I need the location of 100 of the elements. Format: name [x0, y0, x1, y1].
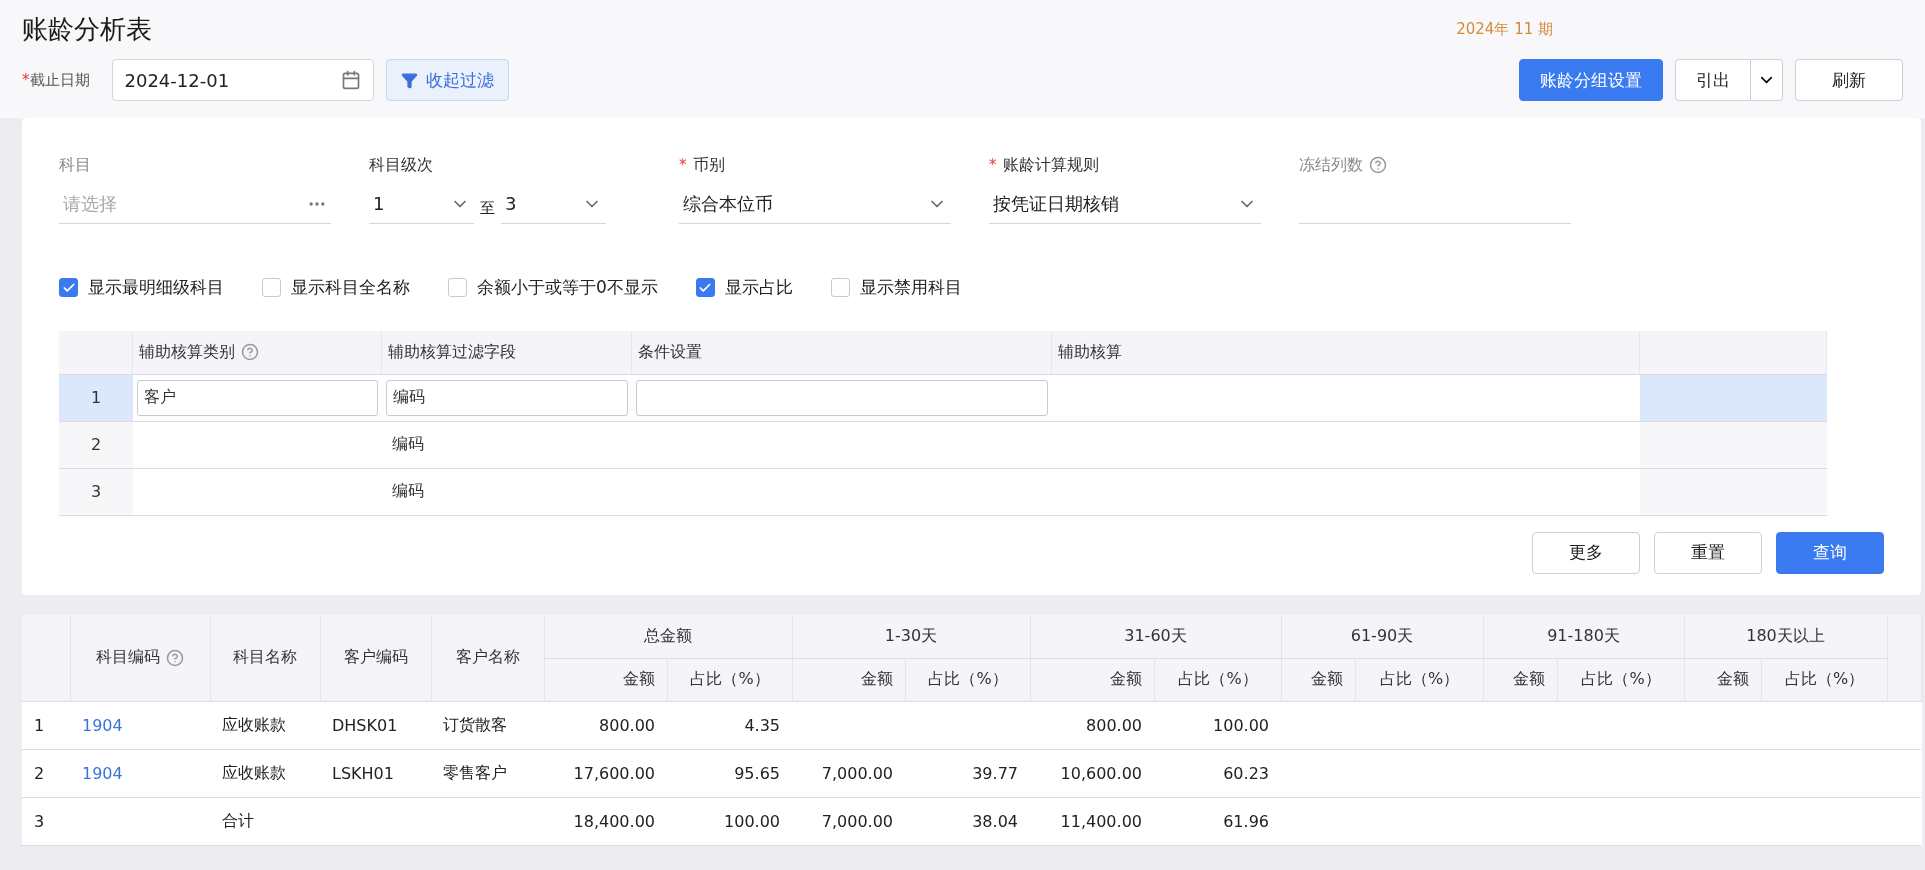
refresh-button[interactable]: 刷新 — [1795, 59, 1903, 101]
column-header: 辅助核算 — [1051, 331, 1640, 374]
row-number: 2 — [22, 749, 70, 797]
column-header: 金额 — [792, 658, 905, 701]
table-cell: 61.96 — [1154, 797, 1281, 845]
field-label: 冻结列数 — [1299, 154, 1571, 176]
export-dropdown-button[interactable] — [1751, 59, 1783, 101]
column-header: 辅助核算过滤字段 — [381, 331, 632, 374]
table-cell: 17,600.00 — [544, 749, 667, 797]
table-cell: 10,600.00 — [1030, 749, 1154, 797]
required-mark: * — [22, 71, 30, 89]
action-button[interactable]: 重置 — [1654, 531, 1762, 574]
row-number: 3 — [59, 468, 133, 515]
column-group-header: 91-180天 — [1483, 615, 1684, 658]
table-cell-text: 编码 — [390, 434, 425, 453]
table-cell: 39.77 — [905, 749, 1030, 797]
select-field[interactable]: 3 — [501, 184, 606, 224]
table-cell: 38.04 — [905, 797, 1030, 845]
column-group-header: 180天以上 — [1684, 615, 1888, 658]
table-cell: LSKH01 — [320, 749, 431, 797]
column-group-header: 1-30天 — [792, 615, 1030, 658]
input-field[interactable] — [635, 379, 1048, 416]
column-header: 客户编码 — [320, 615, 431, 701]
column-header: 金额 — [1483, 658, 1557, 701]
row-number: 2 — [59, 421, 133, 468]
table-cell: 100.00 — [667, 797, 792, 845]
column-header: 科目名称 — [210, 615, 320, 701]
export-button[interactable]: 引出 — [1675, 59, 1751, 101]
date-field[interactable]: 2024-12-01 — [111, 59, 374, 101]
calendar-icon[interactable] — [340, 70, 361, 90]
field-label: 科目级次 — [369, 154, 434, 176]
filter-icon — [400, 71, 418, 89]
select-field[interactable]: 综合本位币 — [679, 184, 951, 224]
group-settings-button[interactable]: 账龄分组设置 — [1519, 59, 1663, 101]
account-code-link[interactable]: 1904 — [82, 763, 123, 783]
table-cell-text: 编码 — [390, 481, 425, 500]
table-cell: 应收账款 — [210, 749, 320, 797]
period-label: 2024年 11 期 — [1456, 19, 1553, 39]
table-cell: 800.00 — [544, 701, 667, 749]
column-header: 占比（%） — [905, 658, 1030, 701]
help-icon[interactable] — [165, 648, 184, 667]
column-header: 金额 — [544, 658, 667, 701]
column-group-header: 61-90天 — [1281, 615, 1483, 658]
column-header: 金额 — [1281, 658, 1355, 701]
checkbox[interactable] — [830, 278, 850, 297]
select-field[interactable]: 1 — [369, 184, 474, 224]
column-header: 占比（%） — [1557, 658, 1684, 701]
row-number: 1 — [22, 701, 70, 749]
range-separator: 至 — [480, 199, 495, 219]
table-cell: 95.65 — [667, 749, 792, 797]
column-header: 科目编码 — [70, 615, 210, 701]
checkbox[interactable] — [695, 278, 715, 297]
input-field[interactable]: 客户 — [136, 379, 378, 416]
page-title: 账龄分析表 — [22, 12, 152, 46]
column-group-header: 总金额 — [544, 615, 792, 658]
field-label: * 币别 — [679, 154, 726, 176]
table-cell: 合计 — [210, 797, 320, 845]
help-icon[interactable] — [240, 343, 259, 362]
action-button[interactable]: 更多 — [1532, 531, 1640, 574]
table-cell: 11,400.00 — [1030, 797, 1154, 845]
column-header: 金额 — [1684, 658, 1761, 701]
column-header: 占比（%） — [1154, 658, 1281, 701]
column-header: 占比（%） — [1355, 658, 1483, 701]
checkbox[interactable] — [262, 278, 281, 297]
table-cell: 应收账款 — [210, 701, 320, 749]
input-field[interactable]: 编码 — [385, 379, 628, 416]
column-header: 金额 — [1030, 658, 1154, 701]
collapse-filter-button[interactable]: 收起过滤 — [385, 59, 509, 101]
row-number: 3 — [22, 797, 70, 845]
table-cell: 100.00 — [1154, 701, 1281, 749]
column-header: 占比（%） — [1761, 658, 1888, 701]
row-number: 1 — [59, 374, 133, 421]
help-icon[interactable] — [1369, 156, 1387, 174]
table-cell: 800.00 — [1030, 701, 1154, 749]
column-header: 占比（%） — [667, 658, 792, 701]
checkbox-option[interactable]: 显示禁用科目 — [830, 276, 962, 299]
table-cell: 4.35 — [667, 701, 792, 749]
checkbox-option[interactable]: 余额小于或等于0不显示 — [448, 276, 658, 299]
action-button[interactable]: 查询 — [1776, 531, 1884, 574]
select-field[interactable]: 按凭证日期核销 — [989, 184, 1261, 224]
checkbox-option[interactable]: 显示占比 — [695, 276, 793, 299]
checkbox-option[interactable]: 显示最明细级科目 — [59, 276, 224, 299]
table-cell: 60.23 — [1154, 749, 1281, 797]
table-cell: 7,000.00 — [792, 797, 905, 845]
column-group-header: 31-60天 — [1030, 615, 1281, 658]
field-label: * 账龄计算规则 — [989, 154, 1100, 176]
table-cell: 订货散客 — [431, 701, 544, 749]
column-header: 辅助核算类别 — [132, 331, 382, 374]
required-mark: * — [989, 156, 997, 174]
column-header: 客户名称 — [431, 615, 544, 701]
checkbox[interactable] — [448, 278, 467, 297]
checkbox[interactable] — [59, 278, 78, 297]
account-code-link[interactable]: 1904 — [82, 715, 123, 735]
table-cell: DHSK01 — [320, 701, 431, 749]
field-label: 科目 — [59, 154, 92, 176]
table-cell: 7,000.00 — [792, 749, 905, 797]
checkbox-option[interactable]: 显示科目全名称 — [262, 276, 410, 299]
table-cell: 18,400.00 — [544, 797, 667, 845]
column-header: 条件设置 — [631, 331, 1052, 374]
required-mark: * — [679, 156, 687, 174]
